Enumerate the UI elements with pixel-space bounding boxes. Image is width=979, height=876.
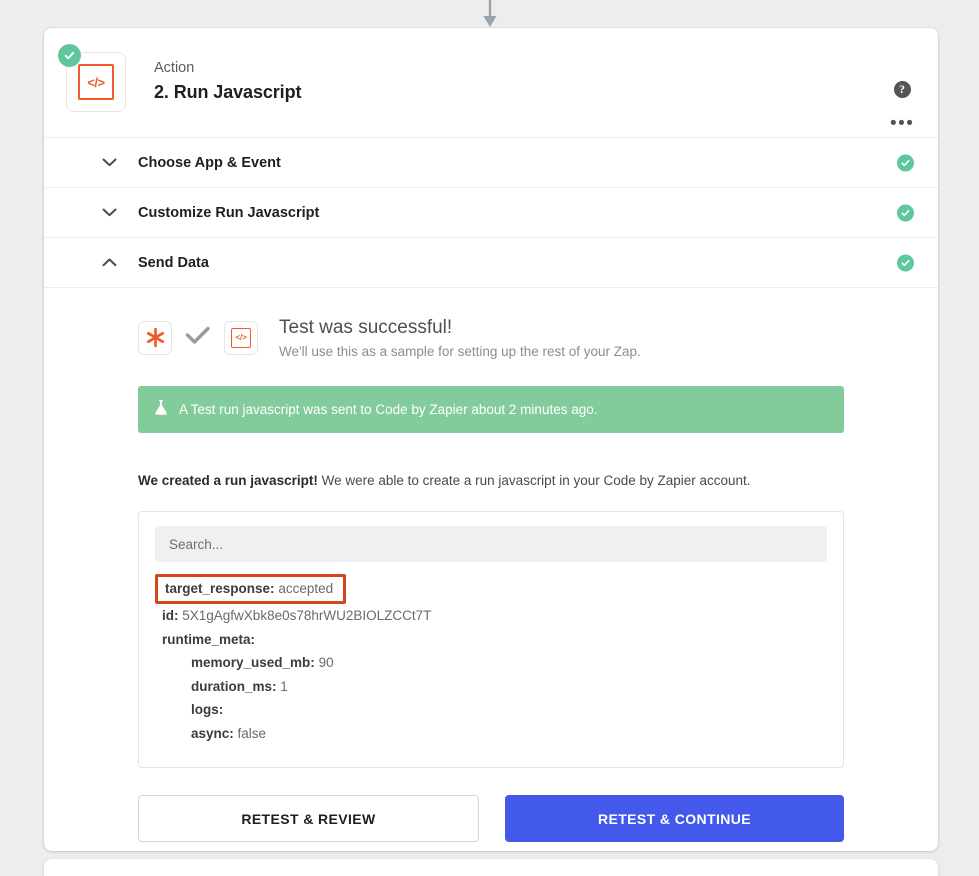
help-icon[interactable]: ? [893,81,911,98]
test-result-subtext: We'll use this as a sample for setting u… [279,344,641,359]
step-type-label: Action [154,60,195,76]
field-key: runtime_meta: [162,631,256,647]
chevron-down-icon [102,204,117,222]
search-placeholder: Search... [169,536,224,552]
arrow-down-icon [483,0,497,27]
zapier-asterisk-icon [146,327,164,348]
test-result-text: Test was successful! We'll use this as a… [279,316,641,359]
chevron-up-icon [102,254,117,272]
created-record-rest: We were able to create a run javascript … [317,473,751,488]
test-results-panel: Search... target_response: accepted id: … [138,511,844,768]
chevron-down-icon [102,154,117,172]
header-actions: ? ••• [890,80,914,133]
step-connector [0,0,979,30]
section-label: Choose App & Event [138,154,281,171]
field-key: target_response: [165,581,275,596]
section-label: Customize Run Javascript [138,204,320,221]
section-complete-icon [897,204,914,221]
sidebar-item-send-data[interactable]: Send Data [44,238,938,288]
app-icon-container: </> [58,44,128,114]
action-step-card: </> Action 2. Run Javascript ? ••• Choos… [44,28,938,851]
field-value: 1 [280,678,288,694]
banner-message: A Test run javascript was sent to Code b… [179,402,598,417]
field-target-response[interactable]: target_response: accepted [155,574,347,604]
sidebar-item-choose-app-event[interactable]: Choose App & Event [44,138,938,188]
action-buttons: RETEST & REVIEW RETEST & CONTINUE [138,795,844,842]
field-memory-used-mb[interactable]: memory_used_mb: 90 [155,651,827,675]
step-header-text: Action 2. Run Javascript [154,52,301,103]
test-result-heading: Test was successful! [279,317,453,338]
step-complete-badge-icon [58,44,81,67]
status-banner: A Test run javascript was sent to Code b… [138,386,844,433]
field-runtime-meta[interactable]: runtime_meta: [155,628,827,652]
sidebar-item-customize-run-javascript[interactable]: Customize Run Javascript [44,188,938,238]
page-title: 2. Run Javascript [154,82,302,102]
field-key: logs: [191,702,224,717]
code-icon-text: </> [235,333,247,342]
code-icon-text: </> [87,74,105,90]
field-value: false [237,725,267,741]
field-row-wrapper: target_response: accepted [155,574,827,604]
field-async[interactable]: async: false [155,722,827,746]
field-duration-ms[interactable]: duration_ms: 1 [155,675,827,699]
test-result-summary: </> Test was successful! We'll use this … [138,316,844,359]
step-header: </> Action 2. Run Javascript ? ••• [44,28,938,138]
send-data-panel: </> Test was successful! We'll use this … [44,288,938,842]
search-input[interactable]: Search... [155,526,827,562]
success-check-icon [185,325,211,350]
code-app-mini-icon: </> [224,320,258,355]
field-key: duration_ms: [191,678,277,694]
more-options-icon[interactable]: ••• [890,114,914,133]
field-id[interactable]: id: 5X1gAgfwXbk8e0s78hrWU2BIOLZCCt7T [155,604,827,628]
next-step-card[interactable] [44,859,938,876]
field-key: id: [162,608,179,623]
field-value: 5X1gAgfwXbk8e0s78hrWU2BIOLZCCt7T [182,608,432,623]
created-record-bold: We created a run javascript! [138,473,318,488]
retest-continue-button[interactable]: RETEST & CONTINUE [505,795,844,842]
code-brackets-icon: </> [78,64,114,100]
field-value: 90 [318,655,334,670]
field-key: async: [191,725,234,741]
field-logs[interactable]: logs: [155,698,827,722]
zap-editor-page: </> Action 2. Run Javascript ? ••• Choos… [0,0,979,876]
zapier-logo-icon [138,320,172,355]
section-complete-icon [897,254,914,271]
created-record-message: We created a run javascript! We were abl… [138,471,844,491]
section-complete-icon [897,154,914,171]
field-key: memory_used_mb: [191,655,315,670]
result-fields-list: target_response: accepted id: 5X1gAgfwXb… [155,574,827,745]
field-value: accepted [278,581,334,596]
retest-review-button[interactable]: RETEST & REVIEW [138,795,479,842]
flask-icon [154,399,168,421]
section-label: Send Data [138,254,209,271]
code-brackets-icon: </> [231,327,251,348]
